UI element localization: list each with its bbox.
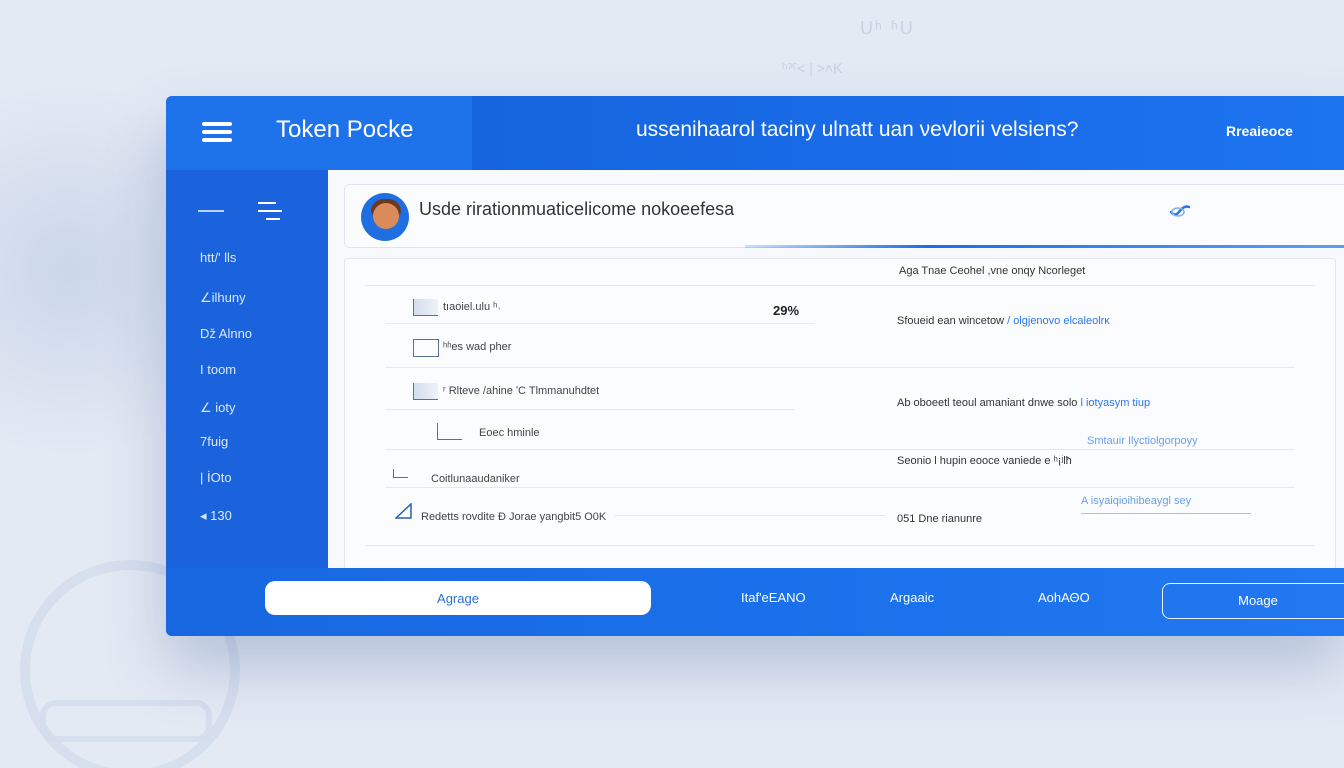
row-1-right: Sfoueid ean wincetow / olgjenovo elcaleo… [897,315,1110,327]
row-5-right: Seonio l hupin eooce vaniede e ʰ¡ʲlħ [897,455,1072,467]
header: Token Pocke ussenihaarol taciny ulnatt u… [166,96,1344,170]
row-6-label[interactable]: Redetts rovdite Ð Jorae yangbit5 O0K [421,511,606,523]
sidebar-item-8[interactable]: ◂ 130 [200,508,232,524]
primary-button[interactable]: Agrage [265,581,651,615]
header-title: ussenihaarol taciny ulnatt uan νevlorii … [636,118,1079,141]
row-1-icon [413,299,438,316]
row-4-label[interactable]: Eoec hminle [479,427,540,439]
more-button[interactable]: Moage [1162,583,1344,619]
row-5-label[interactable]: Coitlunaaudaniker [431,473,520,485]
background-faint-subtext: ʰˀˁ˂ | ˃˄K [782,60,843,76]
verified-icon[interactable] [1169,203,1191,219]
sidebar-item-3[interactable]: ǅ Alnno [200,326,252,341]
sidebar-item-2[interactable]: ∠ilhuny [200,290,246,306]
row-3-icon [413,383,438,400]
footer-link-2[interactable]: Argaaic [890,590,934,605]
divider [615,515,885,516]
header-brand-area: Token Pocke [166,96,472,170]
header-bar: ussenihaarol taciny ulnatt uan νevlorii … [472,96,1344,170]
avatar[interactable] [361,193,409,241]
user-progress-bar [745,245,1344,248]
right-column-header: Aga Tnae Ceohel ,vne onqy Ncorleget [899,265,1086,277]
sidebar-item-6[interactable]: 7fuig [200,434,228,449]
footer-bar: Agrage Itaf'eEANO Argaaic AohΑΘO Moage [166,568,1344,636]
data-table: Aga Tnae Ceohel ,vne onqy Ncorleget tıao… [344,258,1336,570]
user-card: Usde rirationmuaticelicome nokoeefesa [344,184,1344,248]
row-1-right-text: Sfoueid ean wincetow [897,315,1005,327]
divider [385,409,795,410]
row-3-right: Ab oboeetl teoul amaniant dnwe solo l io… [897,397,1150,409]
row-3-label[interactable]: ʳ Rlteve /ahine ʹC Tlmmanuhdtet [443,385,599,397]
row-1-right-link[interactable]: / olgjenovo elcaleolrĸ [1007,315,1110,327]
main-content: Usde rirationmuaticelicome nokoeefesa Ag… [328,170,1344,570]
menu-icon[interactable] [202,120,232,144]
header-action-link[interactable]: Rreaieoce [1226,123,1293,139]
triangle-icon [395,503,412,519]
divider [385,367,1295,368]
row-2-icon [413,339,439,357]
row-3-right-text: Ab oboeetl teoul amaniant dnwe solo [897,397,1078,409]
background-pill [40,700,212,742]
divider [365,545,1315,546]
side-link-2[interactable]: A isyaiqioihibeaygl sey [1081,495,1191,507]
app-window: Token Pocke ussenihaarol taciny ulnatt u… [166,96,1344,636]
row-4-icon [437,423,462,440]
row-1-label[interactable]: tıaoiel.ulu ʰ˒ [443,301,501,313]
collapse-icon[interactable] [198,210,224,212]
row-5-icon [393,469,408,478]
row-6-right: 051 Dne rianunre [897,513,983,525]
row-2-label[interactable]: ʰʱes wad pher [443,341,511,353]
divider [385,487,1295,488]
side-link-underline [1081,513,1251,514]
background-faint-text: Uʰ ʱU [860,18,915,38]
sidebar-item-1[interactable]: htt/' lls [200,250,236,265]
list-icon[interactable] [258,202,282,220]
user-name: Usde rirationmuaticelicome nokoeefesa [419,199,735,219]
sidebar-item-4[interactable]: I toom [200,362,236,377]
divider [385,323,815,324]
sidebar-item-7[interactable]: | İOto [200,470,232,485]
divider [365,285,1315,286]
app-title: Token Pocke [276,116,414,143]
sidebar-item-5[interactable]: ∠ ioty [200,400,236,416]
row-1-value: 29% [773,303,800,318]
footer-link-3[interactable]: AohΑΘO [1038,590,1090,605]
row-3-right-link[interactable]: l iotyasym tiup [1080,397,1150,409]
side-link-1[interactable]: Smtauir Ilyctiolgorpoyy [1087,435,1198,447]
sidebar: htt/' lls ∠ilhuny ǅ Alnno I toom ∠ ioty … [166,170,328,568]
sidebar-toolbar [188,200,308,230]
divider [385,449,1295,450]
footer-link-1[interactable]: Itaf'eEANO [741,590,806,605]
